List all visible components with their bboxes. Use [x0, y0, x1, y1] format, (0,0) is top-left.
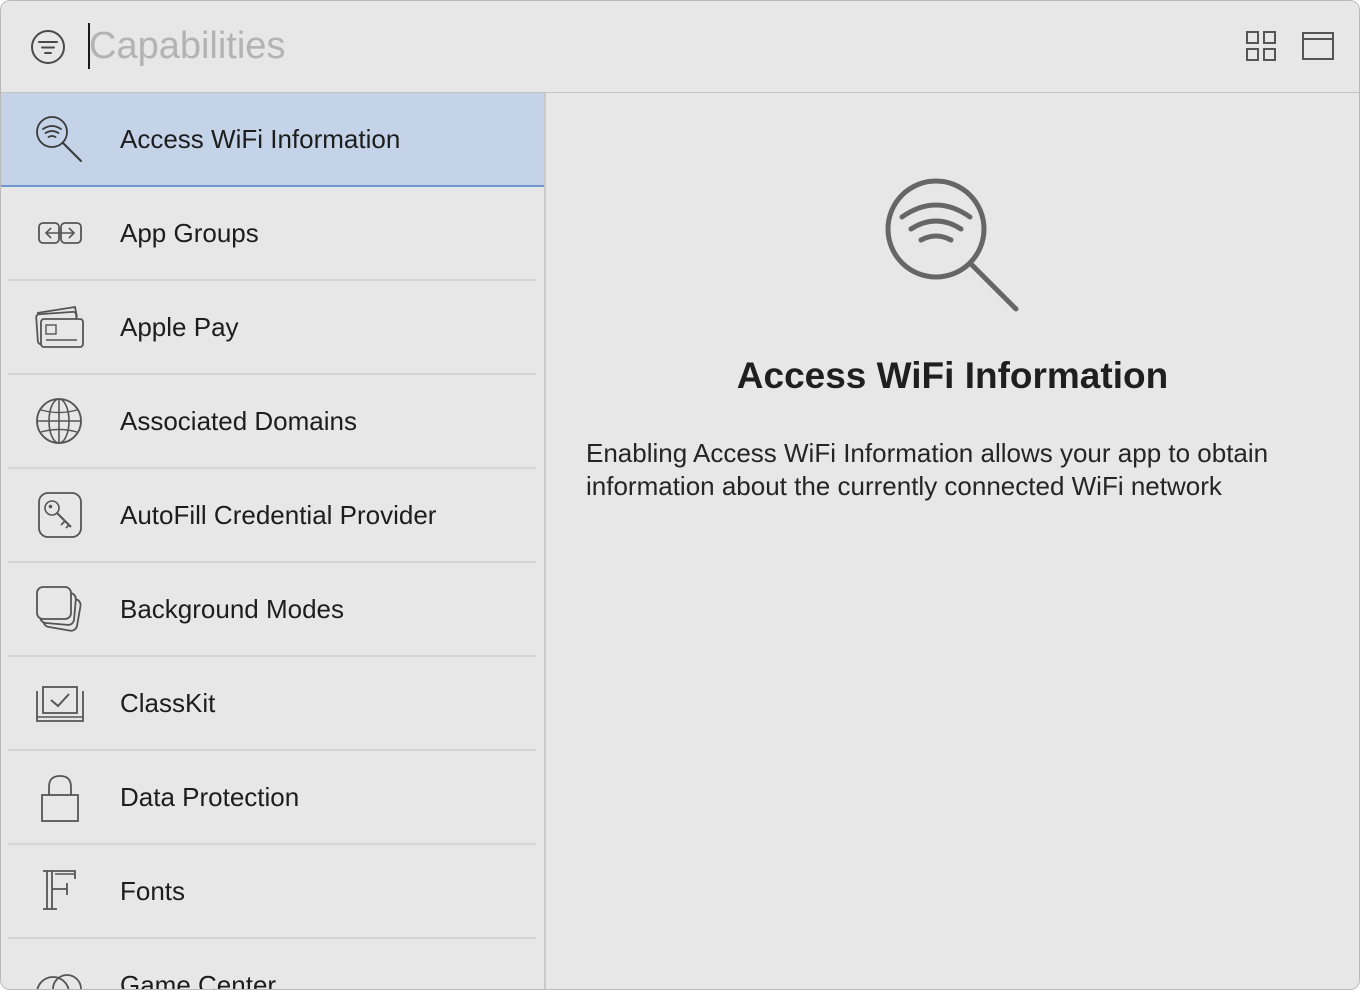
capability-label: Access WiFi Information: [120, 124, 401, 154]
detail-title: Access WiFi Information: [736, 355, 1169, 396]
globe-icon: [36, 398, 82, 444]
capability-item-apple-pay[interactable]: Apple Pay: [1, 281, 544, 375]
capability-label: Game Center: [120, 970, 277, 989]
capability-item-classkit[interactable]: ClassKit: [1, 657, 544, 751]
toolbar: [1, 1, 1359, 93]
capability-item-game-center[interactable]: Game Center: [1, 939, 544, 989]
panel-view-icon[interactable]: [1301, 30, 1335, 62]
wifi-search-icon: [36, 116, 82, 162]
capability-item-associated-domains[interactable]: Associated Domains: [1, 375, 544, 469]
fonts-icon: [43, 870, 76, 910]
grid-view-icon[interactable]: [1245, 30, 1277, 62]
capability-item-data-protection[interactable]: Data Protection: [1, 751, 544, 845]
capability-item-app-groups[interactable]: App Groups: [1, 187, 544, 281]
capabilities-list[interactable]: Access WiFi Information App Groups Apple…: [1, 93, 546, 989]
capability-item-autofill-credential-provider[interactable]: AutoFill Credential Provider: [1, 469, 544, 563]
capability-label: Associated Domains: [120, 406, 357, 436]
search-input[interactable]: [89, 19, 989, 73]
app-groups-icon: [38, 222, 82, 244]
game-center-icon: [36, 974, 82, 989]
lock-icon: [41, 775, 79, 822]
capability-item-fonts[interactable]: Fonts: [1, 845, 544, 939]
background-modes-icon: [36, 586, 82, 632]
capability-label: Data Protection: [120, 782, 300, 812]
capability-item-background-modes[interactable]: Background Modes: [1, 563, 544, 657]
capability-label: ClassKit: [120, 688, 216, 718]
capability-label: App Groups: [120, 218, 259, 248]
key-icon: [38, 492, 82, 538]
apple-pay-icon: [35, 305, 84, 348]
classkit-icon: [36, 686, 84, 722]
capability-label: Apple Pay: [120, 312, 239, 342]
capabilities-window: Access WiFi Information App Groups: [0, 0, 1360, 990]
capability-detail-pane: Access WiFi Information Enabling Access …: [546, 93, 1359, 989]
filter-icon[interactable]: [30, 29, 66, 65]
wifi-search-icon: [885, 178, 1019, 312]
detail-description: Enabling Access WiFi Information allows …: [586, 438, 1269, 501]
capability-label: AutoFill Credential Provider: [120, 500, 437, 530]
capability-label: Fonts: [120, 876, 186, 906]
capability-item-access-wifi-information[interactable]: Access WiFi Information: [1, 93, 544, 187]
capability-label: Background Modes: [120, 594, 345, 624]
